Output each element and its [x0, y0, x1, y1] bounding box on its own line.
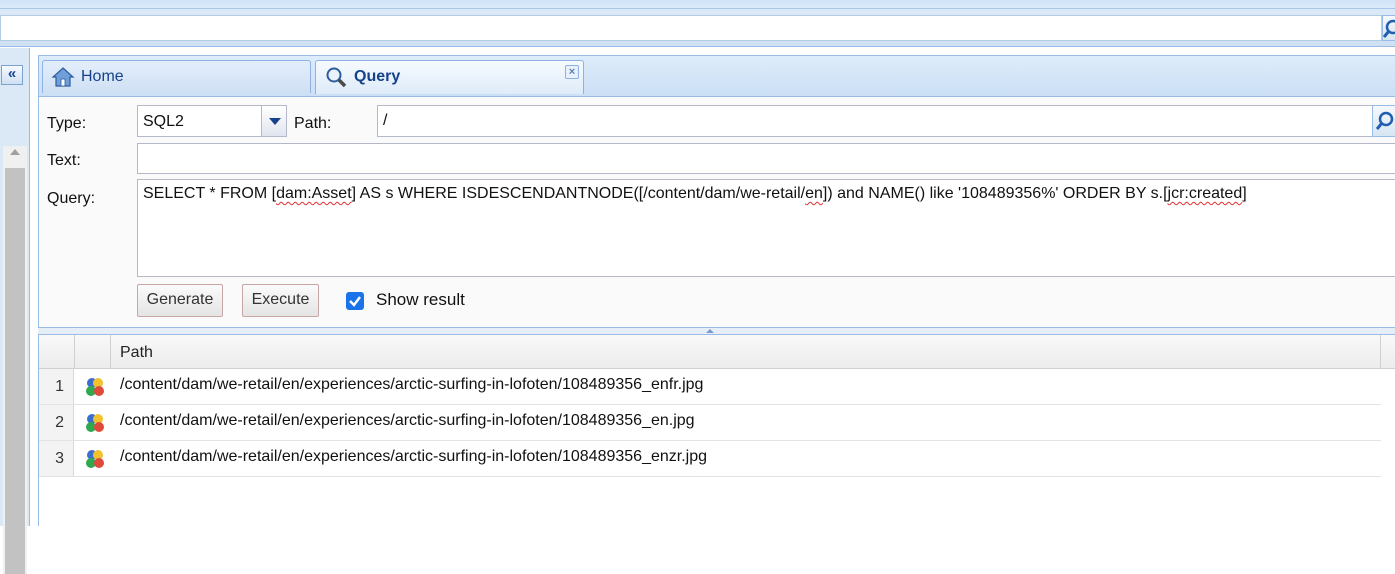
- path-input[interactable]: /: [377, 105, 1373, 137]
- tab-query[interactable]: Query ×: [315, 60, 584, 94]
- scroll-thumb[interactable]: [5, 168, 25, 574]
- global-search-button[interactable]: [1382, 15, 1395, 41]
- tab-home[interactable]: Home: [42, 60, 311, 93]
- type-select-value: SQL2: [143, 113, 184, 130]
- row-number: 1: [39, 369, 74, 404]
- type-select[interactable]: SQL2: [137, 105, 287, 137]
- row-path: /content/dam/we-retail/en/experiences/ar…: [120, 448, 708, 465]
- row-number: 2: [39, 405, 74, 440]
- query-label: Query:: [47, 190, 96, 207]
- global-search-input[interactable]: [0, 15, 1382, 41]
- tab-home-label: Home: [81, 68, 124, 85]
- left-panel-scrollbar[interactable]: [3, 146, 27, 574]
- left-panel: «: [0, 48, 30, 574]
- row-path: /content/dam/we-retail/en/experiences/ar…: [120, 412, 695, 429]
- table-row[interactable]: 3 /content/dam/we-retail/en/experiences/…: [39, 441, 1381, 477]
- query-text-part: jcr:created: [1167, 185, 1243, 202]
- asset-node-icon: [86, 414, 104, 432]
- query-text-part: ] AS s WHERE ISDESCENDANTNODE([/content/…: [351, 185, 806, 202]
- results-grid: Path 1 /content/dam/we-retail/en/experie…: [38, 335, 1395, 526]
- header-number-column: [39, 335, 75, 369]
- table-row[interactable]: 1 /content/dam/we-retail/en/experiences/…: [39, 369, 1381, 405]
- expand-panel-button[interactable]: «: [1, 65, 23, 85]
- query-text-part: dam:Asset: [276, 185, 352, 202]
- query-form: Type: SQL2 Path: / Text: Query: SELECT *…: [38, 97, 1395, 329]
- asset-node-icon: [86, 450, 104, 468]
- search-icon: [1375, 111, 1394, 130]
- table-row[interactable]: 2 /content/dam/we-retail/en/experiences/…: [39, 405, 1381, 441]
- query-textarea[interactable]: SELECT * FROM [dam:Asset] AS s WHERE ISD…: [137, 179, 1395, 277]
- row-path: /content/dam/we-retail/en/experiences/ar…: [120, 376, 704, 393]
- header-icon-column: [75, 335, 111, 369]
- type-label: Type:: [47, 115, 87, 132]
- asset-node-icon: [86, 378, 104, 396]
- scroll-up-arrow-icon[interactable]: [10, 149, 20, 155]
- top-band: [0, 0, 1395, 9]
- tab-query-label: Query: [354, 68, 401, 85]
- home-icon: [51, 67, 75, 87]
- magnifier-icon: [326, 67, 347, 88]
- chevron-down-icon[interactable]: [261, 105, 287, 137]
- show-result-checkbox[interactable]: [346, 292, 364, 310]
- query-text-part: ]) and NAME() like '108489356%' ORDER BY…: [822, 185, 1168, 202]
- query-text-part: SELECT * FROM [: [143, 185, 277, 202]
- header-path-column[interactable]: [111, 335, 1381, 369]
- tab-strip: Home Query ×: [38, 55, 1395, 97]
- path-column-header[interactable]: Path: [120, 344, 153, 362]
- search-icon: [1383, 19, 1395, 38]
- row-number: 3: [39, 441, 74, 476]
- generate-button[interactable]: Generate: [137, 284, 223, 317]
- query-text-part: en: [805, 185, 823, 202]
- path-label: Path:: [294, 115, 332, 132]
- top-toolbar: [0, 9, 1395, 47]
- path-browse-button[interactable]: [1372, 105, 1395, 137]
- close-tab-icon[interactable]: ×: [565, 65, 579, 79]
- grid-header: Path: [39, 335, 1395, 369]
- show-result-label[interactable]: Show result: [376, 290, 465, 310]
- text-input[interactable]: [137, 143, 1395, 174]
- text-label: Text:: [47, 152, 81, 169]
- execute-button[interactable]: Execute: [242, 284, 319, 317]
- query-text-part: ]: [1242, 185, 1247, 202]
- panel-splitter[interactable]: [38, 327, 1395, 335]
- collapse-mini-icon[interactable]: [676, 328, 746, 334]
- checkmark-icon: [349, 296, 361, 307]
